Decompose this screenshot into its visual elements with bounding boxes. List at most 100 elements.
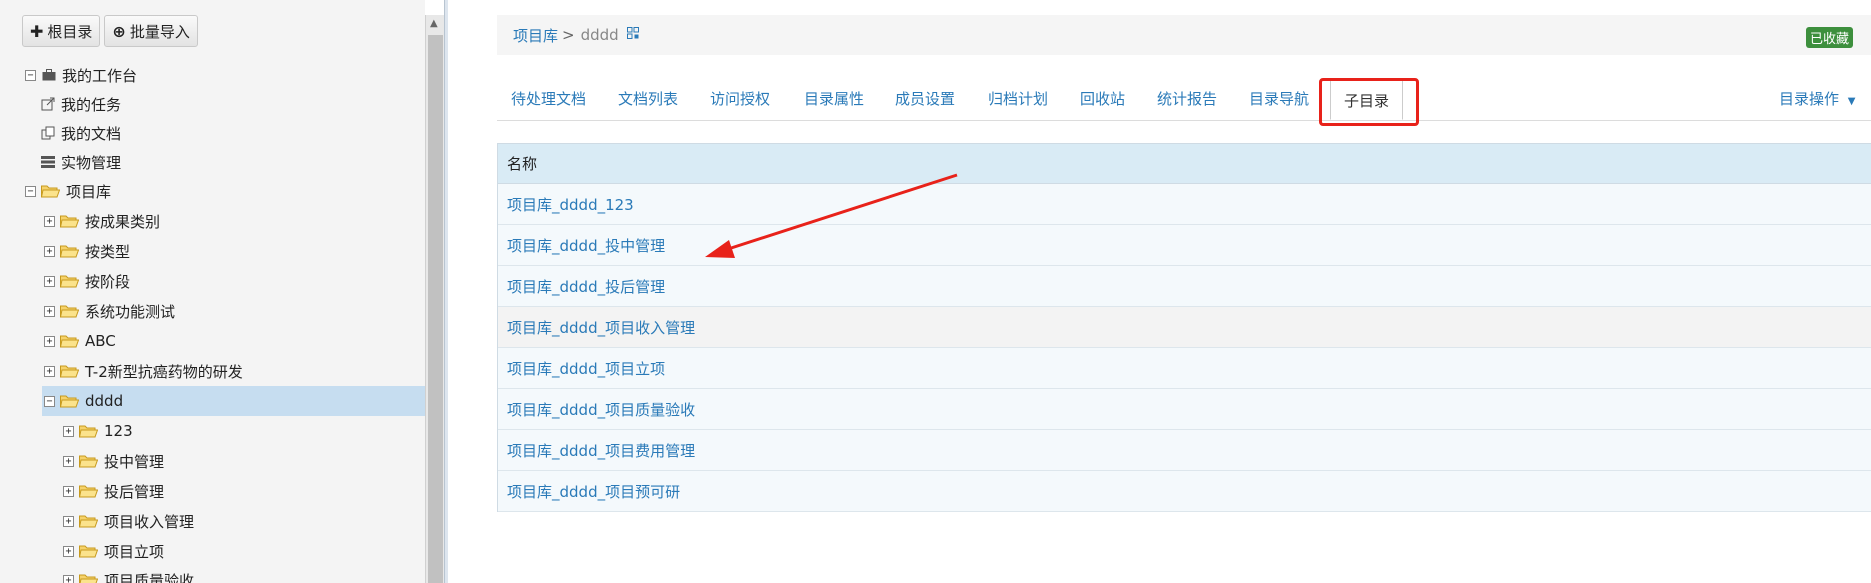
table-row: 项目库_dddd_123 <box>498 184 1871 225</box>
qrcode-icon[interactable] <box>626 27 639 43</box>
row-link[interactable]: 项目库_dddd_项目费用管理 <box>507 440 695 461</box>
folder-open-icon <box>79 484 98 498</box>
tree-node-post-mgmt[interactable]: + 投后管理 <box>63 476 164 506</box>
folder-open-icon <box>60 274 79 288</box>
tree-label: 项目质量验收 <box>104 571 195 583</box>
copy-icon <box>40 126 56 140</box>
tree-node-by-stage[interactable]: + 按阶段 <box>44 266 130 296</box>
tree-node-dddd[interactable]: − dddd <box>42 386 425 416</box>
batch-import-button[interactable]: ⊕ 批量导入 <box>104 15 198 47</box>
expand-toggle-icon[interactable]: + <box>44 275 55 287</box>
folder-open-icon <box>60 214 79 228</box>
tree-label: 系统功能测试 <box>85 302 176 321</box>
expand-toggle-icon[interactable]: + <box>44 245 55 257</box>
tree-label: 我的任务 <box>61 95 122 114</box>
row-link[interactable]: 项目库_dddd_项目质量验收 <box>507 399 695 420</box>
tree-node-by-type[interactable]: + 按类型 <box>44 236 130 266</box>
tree-node-workbench[interactable]: − 我的工作台 <box>25 60 137 90</box>
sidebar-scrollbar[interactable]: ▲ <box>425 15 445 583</box>
expand-toggle-icon[interactable]: + <box>63 545 74 557</box>
tree-node-quality[interactable]: + 项目质量验收 <box>63 565 194 583</box>
collapse-toggle-icon[interactable]: − <box>25 69 36 81</box>
expand-toggle-icon[interactable]: + <box>63 485 74 497</box>
root-dir-button[interactable]: ✚ 根目录 <box>22 15 101 47</box>
tab-doc-list[interactable]: 文档列表 <box>618 88 678 109</box>
folder-open-icon <box>79 573 98 583</box>
row-link[interactable]: 项目库_dddd_投后管理 <box>507 276 665 297</box>
tree-node-physical[interactable]: 实物管理 <box>40 147 121 177</box>
tree-node-setup[interactable]: + 项目立项 <box>63 536 164 566</box>
tree-label: 项目立项 <box>104 542 165 561</box>
tab-access[interactable]: 访问授权 <box>710 88 770 109</box>
tree-node-sys-test[interactable]: + 系统功能测试 <box>44 296 175 326</box>
folder-open-icon <box>60 394 79 408</box>
briefcase-icon <box>41 68 57 82</box>
tree-node-mid-mgmt[interactable]: + 投中管理 <box>63 446 164 476</box>
server-icon <box>40 155 56 169</box>
tab-dir-props[interactable]: 目录属性 <box>804 88 864 109</box>
tree-node-tasks[interactable]: 我的任务 <box>40 89 121 119</box>
folder-open-icon <box>60 304 79 318</box>
expand-toggle-icon[interactable]: + <box>63 425 74 437</box>
tree-node-project-lib[interactable]: − 项目库 <box>25 176 111 206</box>
tree-node-by-result[interactable]: + 按成果类别 <box>44 206 160 236</box>
caret-down-icon: ▼ <box>1847 96 1856 107</box>
tree-label: 我的工作台 <box>62 66 138 85</box>
row-link[interactable]: 项目库_dddd_项目立项 <box>507 358 665 379</box>
tab-pending-docs[interactable]: 待处理文档 <box>511 88 586 109</box>
tree-node-123[interactable]: + 123 <box>63 416 133 446</box>
expand-toggle-icon[interactable]: + <box>44 365 55 377</box>
panel-splitter[interactable] <box>444 0 448 583</box>
folder-open-icon <box>60 334 79 348</box>
tab-subdirectory[interactable]: 子目录 <box>1330 80 1404 120</box>
tab-dir-nav[interactable]: 目录导航 <box>1249 88 1309 109</box>
scrollbar-thumb[interactable] <box>428 35 443 583</box>
sidebar: ✚ 根目录 ⊕ 批量导入 − 我的工作台 我的任务 我的文档 实物管理 − 项目… <box>0 0 425 583</box>
tree-node-abc[interactable]: + ABC <box>44 326 116 356</box>
table-row: 项目库_dddd_项目立项 <box>498 348 1871 389</box>
tree-label: ABC <box>85 332 116 350</box>
dir-ops-dropdown[interactable]: 目录操作 ▼ <box>1779 88 1856 109</box>
folder-open-icon <box>79 544 98 558</box>
table-row: 项目库_dddd_投后管理 <box>498 266 1871 307</box>
row-link[interactable]: 项目库_dddd_123 <box>507 194 634 215</box>
expand-toggle-icon[interactable]: + <box>44 215 55 227</box>
tab-archive-plan[interactable]: 归档计划 <box>988 88 1048 109</box>
expand-toggle-icon[interactable]: + <box>63 455 74 467</box>
tab-recycle-bin[interactable]: 回收站 <box>1080 88 1125 109</box>
folder-open-icon <box>79 454 98 468</box>
tree-label: 投中管理 <box>104 452 165 471</box>
row-link[interactable]: 项目库_dddd_项目收入管理 <box>507 317 695 338</box>
breadcrumb-root[interactable]: 项目库 <box>513 25 558 46</box>
collapse-toggle-icon[interactable]: − <box>25 185 36 197</box>
folder-open-icon <box>60 244 79 258</box>
subdirectory-table: 名称 项目库_dddd_123 项目库_dddd_投中管理 项目库_dddd_投… <box>497 143 1871 512</box>
row-link[interactable]: 项目库_dddd_项目预可研 <box>507 481 680 502</box>
tree-node-income[interactable]: + 项目收入管理 <box>63 506 194 536</box>
tree-node-docs[interactable]: 我的文档 <box>40 118 121 148</box>
expand-toggle-icon[interactable]: + <box>44 305 55 317</box>
table-header: 名称 <box>498 144 1871 184</box>
folder-open-icon <box>41 184 60 198</box>
folder-open-icon <box>79 514 98 528</box>
table-row: 项目库_dddd_项目收入管理 <box>498 307 1871 348</box>
row-link[interactable]: 项目库_dddd_投中管理 <box>507 235 665 256</box>
expand-toggle-icon[interactable]: + <box>63 574 74 583</box>
external-link-icon <box>40 97 56 111</box>
tree-node-t2[interactable]: + T-2新型抗癌药物的研发 <box>44 356 243 386</box>
table-row: 项目库_dddd_项目费用管理 <box>498 430 1871 471</box>
tab-stats[interactable]: 统计报告 <box>1157 88 1217 109</box>
plus-icon: ✚ <box>30 21 44 41</box>
upload-circle-icon: ⊕ <box>112 21 126 41</box>
expand-toggle-icon[interactable]: + <box>44 335 55 347</box>
collapse-toggle-icon[interactable]: − <box>44 395 55 407</box>
tab-members[interactable]: 成员设置 <box>895 88 955 109</box>
breadcrumb-separator: > <box>562 26 575 44</box>
tab-bar: 待处理文档 文档列表 访问授权 目录属性 成员设置 归档计划 回收站 统计报告 … <box>497 80 1871 121</box>
scroll-up-icon[interactable]: ▲ <box>430 18 438 29</box>
favorited-badge[interactable]: 已收藏 <box>1806 27 1854 48</box>
tree-label: 按类型 <box>85 242 131 261</box>
expand-toggle-icon[interactable]: + <box>63 515 74 527</box>
tree-label: 我的文档 <box>61 124 122 143</box>
tree-label: dddd <box>85 392 124 410</box>
